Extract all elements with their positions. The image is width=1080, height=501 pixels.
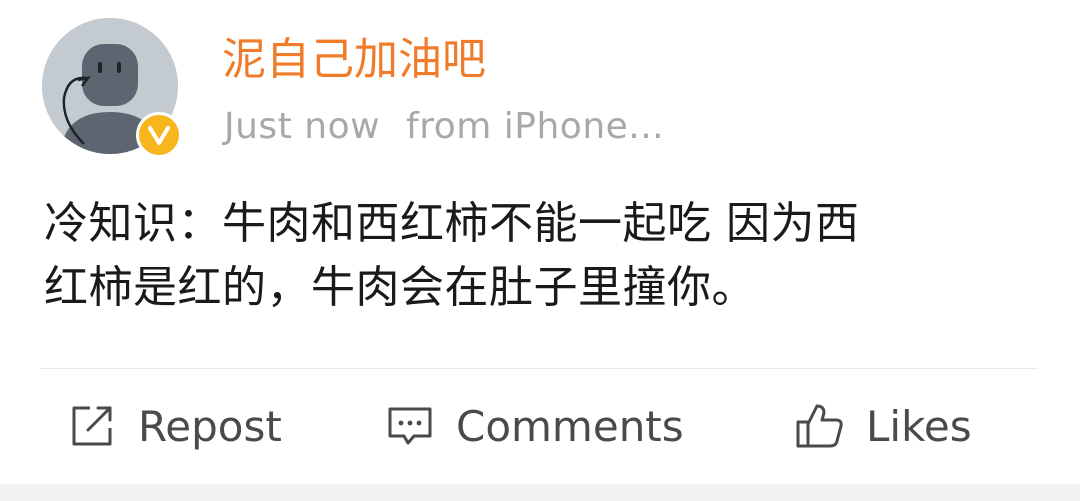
action-bar: Repost Comments Likes — [0, 386, 1080, 466]
weibo-post-card: 泥自己加油吧 Just now from iPhone... 冷知识：牛肉和西红柿… — [0, 0, 1080, 501]
repost-button[interactable]: Repost — [66, 386, 282, 466]
post-source[interactable]: from iPhone... — [406, 106, 664, 147]
likes-label: Likes — [866, 401, 972, 451]
post-timestamp: Just now — [224, 106, 381, 147]
comments-button[interactable]: Comments — [384, 386, 684, 466]
username[interactable]: 泥自己加油吧 — [222, 32, 486, 88]
repost-label: Repost — [138, 401, 282, 451]
comment-bubble-icon — [384, 400, 436, 452]
likes-button[interactable]: Likes — [794, 386, 972, 466]
comments-label: Comments — [456, 401, 684, 451]
post-text-line: 红柿是红的，牛肉会在肚子里撞你。 — [44, 262, 756, 313]
divider — [40, 368, 1038, 369]
post-text: 冷知识：牛肉和西红柿不能一起吃 因为西 红柿是红的，牛肉会在肚子里撞你。 — [44, 192, 1034, 320]
post-text-line: 冷知识：牛肉和西红柿不能一起吃 因为西 — [44, 198, 860, 249]
verified-v-badge-icon — [136, 112, 182, 158]
avatar-container[interactable] — [42, 18, 182, 158]
thumbs-up-icon — [794, 400, 846, 452]
post-meta: Just now from iPhone... — [224, 104, 664, 150]
repost-icon — [66, 400, 118, 452]
bottom-separator — [0, 484, 1080, 501]
